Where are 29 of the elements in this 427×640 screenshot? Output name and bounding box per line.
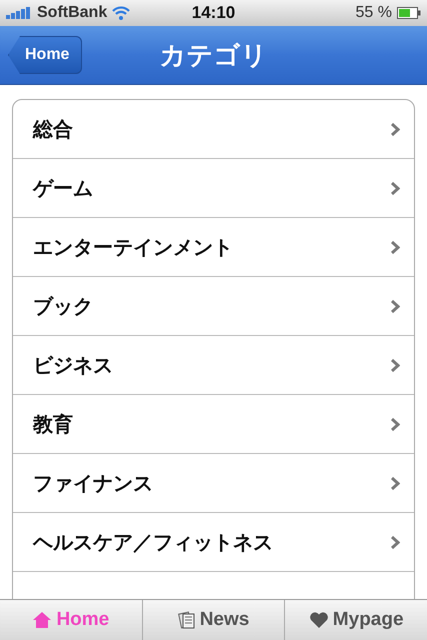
house-icon — [32, 611, 52, 629]
signal-icon — [6, 7, 32, 19]
tab[interactable]: Mypage — [284, 600, 427, 640]
chevron-icon — [390, 298, 400, 314]
category-row[interactable]: ブック — [13, 276, 414, 335]
wifi-icon — [112, 6, 130, 20]
chevron-icon — [390, 180, 400, 196]
carrier-name: SoftBank — [37, 4, 108, 22]
chevron-icon — [390, 534, 400, 550]
chevron-icon — [390, 416, 400, 432]
category-row[interactable]: ファイナンス — [13, 453, 414, 512]
heart-icon — [308, 611, 329, 629]
category-row[interactable]: 教育 — [13, 394, 414, 453]
screen-title: カテゴリ — [160, 38, 268, 72]
category-row[interactable]: エンターテインメント — [13, 217, 414, 276]
battery-percent: 55 % — [356, 4, 392, 22]
chevron-icon — [390, 476, 400, 490]
chevron-icon — [390, 122, 400, 136]
tab[interactable]: News — [142, 600, 284, 640]
chevron-icon — [390, 240, 400, 254]
category-row[interactable]: ゲーム — [13, 158, 414, 217]
category-row[interactable]: ヘルスケア／フィットネス — [13, 512, 414, 571]
newspaper-icon — [178, 611, 196, 629]
category-row[interactable]: 総合 — [13, 100, 414, 158]
battery-icon — [396, 7, 421, 19]
status-time: 14:10 — [192, 3, 236, 23]
chevron-icon — [390, 358, 400, 372]
category-row[interactable]: ビジネス — [13, 335, 414, 394]
back-button[interactable]: Home — [8, 36, 82, 74]
